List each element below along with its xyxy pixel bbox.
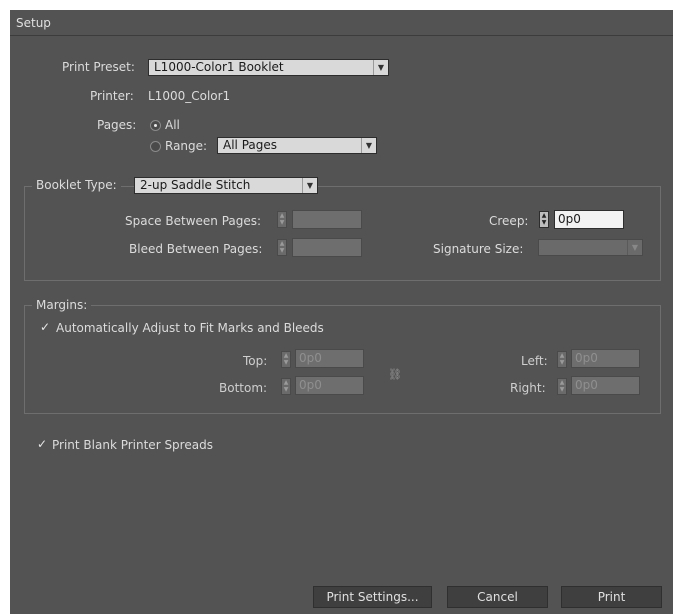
pages-range-label: Range: [165,139,208,153]
print-button[interactable]: Print [561,586,662,608]
creep-field[interactable]: 0p0 [554,210,624,229]
print-blank-label: Print Blank Printer Spreads [52,438,213,452]
booklet-type-label: Booklet Type: [32,178,121,192]
print-preset-value: L1000-Color1 Booklet [154,60,284,74]
right-label: Right: [510,381,546,395]
top-label: Top: [243,354,268,368]
section-title: Setup [16,16,51,30]
booklet-type-dropdown[interactable]: 2-up Saddle Stitch ▼ [134,177,318,194]
top-stepper[interactable]: ▲ ▼ [281,351,291,368]
bottom-stepper[interactable]: ▲ ▼ [281,378,291,395]
creep-stepper[interactable]: ▲ ▼ [539,211,549,228]
space-between-label: Space Between Pages: [125,214,262,228]
chevron-down-icon: ▼ [373,60,388,75]
left-field[interactable]: 0p0 [571,349,640,368]
pages-all-radio[interactable] [150,120,161,131]
creep-label: Creep: [489,214,529,228]
checkmark-icon: ✓ [37,437,48,451]
cancel-button[interactable]: Cancel [447,586,548,608]
margins-legend: Margins: [32,298,92,312]
bottom-field[interactable]: 0p0 [295,376,364,395]
auto-adjust-label: Automatically Adjust to Fit Marks and Bl… [56,321,324,335]
checkmark-icon: ✓ [40,320,51,334]
left-stepper[interactable]: ▲ ▼ [557,351,567,368]
print-preset-dropdown[interactable]: L1000-Color1 Booklet ▼ [148,59,389,76]
booklet-type-value: 2-up Saddle Stitch [140,178,251,192]
print-preset-label: Print Preset: [62,60,135,74]
print-settings-button[interactable]: Print Settings... [313,586,432,608]
bleed-between-stepper[interactable]: ▲ ▼ [277,239,287,256]
right-stepper[interactable]: ▲ ▼ [557,378,567,395]
printer-label: Printer: [90,89,134,103]
pages-range-radio[interactable] [150,141,161,152]
auto-adjust-checkbox[interactable]: ✓ [40,320,50,334]
left-label: Left: [521,354,548,368]
pages-range-dropdown[interactable]: All Pages ▼ [217,137,377,154]
signature-size-dropdown[interactable]: ▼ [538,239,643,256]
booklet-group [24,186,661,281]
bottom-label: Bottom: [219,381,268,395]
title-divider [10,35,673,36]
space-between-stepper[interactable]: ▲ ▼ [277,211,287,228]
chevron-down-icon: ▼ [627,240,642,255]
right-field[interactable]: 0p0 [571,376,640,395]
signature-size-label: Signature Size: [433,242,524,256]
printer-value: L1000_Color1 [148,89,231,103]
pages-range-value: All Pages [223,138,277,152]
pages-label: Pages: [97,118,137,132]
space-between-field[interactable] [292,210,362,229]
bleed-between-field[interactable] [292,238,362,257]
bleed-between-label: Bleed Between Pages: [129,242,263,256]
setup-dialog: Setup Print Preset: L1000-Color1 Booklet… [10,10,673,614]
top-field[interactable]: 0p0 [295,349,364,368]
chevron-down-icon: ▼ [361,138,376,153]
pages-all-label: All [165,118,180,132]
print-blank-checkbox[interactable]: ✓ [37,437,47,451]
chain-link-icon[interactable]: ⛓ [388,368,402,381]
chevron-down-icon: ▼ [302,178,317,193]
